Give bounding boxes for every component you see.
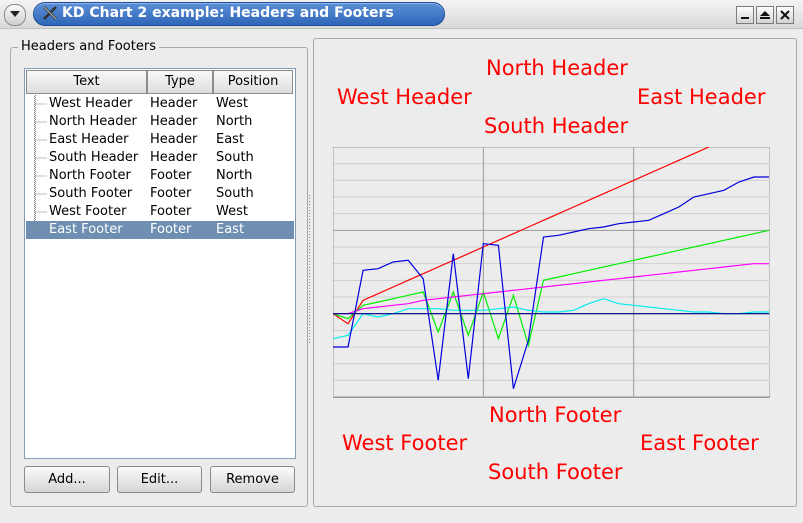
cell-type: Footer bbox=[150, 186, 192, 201]
remove-button-label: Remove bbox=[226, 472, 279, 487]
tree-branch bbox=[35, 149, 47, 167]
list-item[interactable]: South Footer Footer South bbox=[26, 185, 294, 203]
plot-area bbox=[333, 147, 770, 398]
splitter-handle[interactable] bbox=[308, 195, 311, 345]
list-item[interactable]: South Header Header South bbox=[26, 149, 294, 167]
cell-type: Header bbox=[150, 132, 198, 147]
tree-branch bbox=[35, 185, 47, 203]
cell-position: West bbox=[216, 204, 248, 219]
remove-button[interactable]: Remove bbox=[210, 466, 295, 493]
list-item[interactable]: West Footer Footer West bbox=[26, 203, 294, 221]
line-chart bbox=[333, 147, 770, 398]
west-header-label: West Header bbox=[337, 85, 472, 109]
cell-position: East bbox=[216, 222, 245, 237]
column-header-position[interactable]: Position bbox=[213, 70, 293, 94]
group-title: Headers and Footers bbox=[18, 39, 159, 54]
column-header-text[interactable]: Text bbox=[26, 70, 147, 94]
title-bar[interactable]: KD Chart 2 example: Headers and Footers bbox=[0, 0, 803, 29]
north-header-label: North Header bbox=[486, 56, 628, 80]
window-menu-button[interactable] bbox=[4, 4, 26, 26]
cell-text: South Header bbox=[49, 150, 139, 165]
cell-position: North bbox=[216, 168, 253, 183]
list-item[interactable]: North Header Header North bbox=[26, 113, 294, 131]
list-item[interactable]: East Footer Footer East bbox=[26, 221, 294, 239]
close-icon bbox=[780, 10, 790, 20]
main-window: KD Chart 2 example: Headers and Footers … bbox=[0, 0, 803, 523]
cell-position: South bbox=[216, 186, 254, 201]
cell-text: North Footer bbox=[49, 168, 131, 183]
minimize-button[interactable] bbox=[736, 6, 754, 24]
list-item[interactable]: West Header Header West bbox=[26, 95, 294, 113]
south-footer-label: South Footer bbox=[488, 460, 623, 484]
south-header-label: South Header bbox=[484, 114, 629, 138]
east-footer-label: East Footer bbox=[640, 431, 759, 455]
cell-text: East Footer bbox=[49, 222, 123, 237]
close-button[interactable] bbox=[776, 6, 794, 24]
edit-button[interactable]: Edit... bbox=[117, 466, 202, 493]
column-header-type[interactable]: Type bbox=[147, 70, 213, 94]
maximize-button[interactable] bbox=[756, 6, 774, 24]
chevron-down-icon bbox=[10, 11, 20, 17]
tree-branch bbox=[35, 131, 47, 149]
cell-type: Footer bbox=[150, 168, 192, 183]
cell-text: West Footer bbox=[49, 204, 127, 219]
cell-type: Footer bbox=[150, 222, 192, 237]
cell-position: North bbox=[216, 114, 253, 129]
cell-position: East bbox=[216, 132, 245, 147]
add-button[interactable]: Add... bbox=[24, 466, 110, 493]
tree-branch bbox=[35, 95, 47, 113]
add-button-label: Add... bbox=[48, 472, 86, 487]
cell-type: Header bbox=[150, 150, 198, 165]
cell-text: East Header bbox=[49, 132, 129, 147]
cell-type: Footer bbox=[150, 204, 192, 219]
cell-position: West bbox=[216, 96, 248, 111]
minimize-icon bbox=[741, 17, 749, 19]
cell-type: Header bbox=[150, 96, 198, 111]
north-footer-label: North Footer bbox=[489, 403, 622, 427]
cell-text: North Header bbox=[49, 114, 137, 129]
app-icon bbox=[43, 6, 57, 20]
cell-type: Header bbox=[150, 114, 198, 129]
maximize-icon bbox=[760, 11, 770, 19]
headers-footers-list[interactable]: Text Type Position West Header Header West… bbox=[24, 68, 296, 459]
tree-branch bbox=[35, 113, 47, 131]
cell-text: West Header bbox=[49, 96, 133, 111]
window-title: KD Chart 2 example: Headers and Footers bbox=[62, 5, 394, 21]
edit-button-label: Edit... bbox=[140, 472, 179, 487]
east-header-label: East Header bbox=[637, 85, 766, 109]
title-pill: KD Chart 2 example: Headers and Footers bbox=[33, 2, 445, 26]
west-footer-label: West Footer bbox=[342, 431, 468, 455]
tree-branch bbox=[35, 203, 47, 221]
cell-text: South Footer bbox=[49, 186, 133, 201]
tree-branch bbox=[35, 221, 47, 231]
tree-branch bbox=[35, 167, 47, 185]
cell-position: South bbox=[216, 150, 254, 165]
list-item[interactable]: North Footer Footer North bbox=[26, 167, 294, 185]
list-item[interactable]: East Header Header East bbox=[26, 131, 294, 149]
